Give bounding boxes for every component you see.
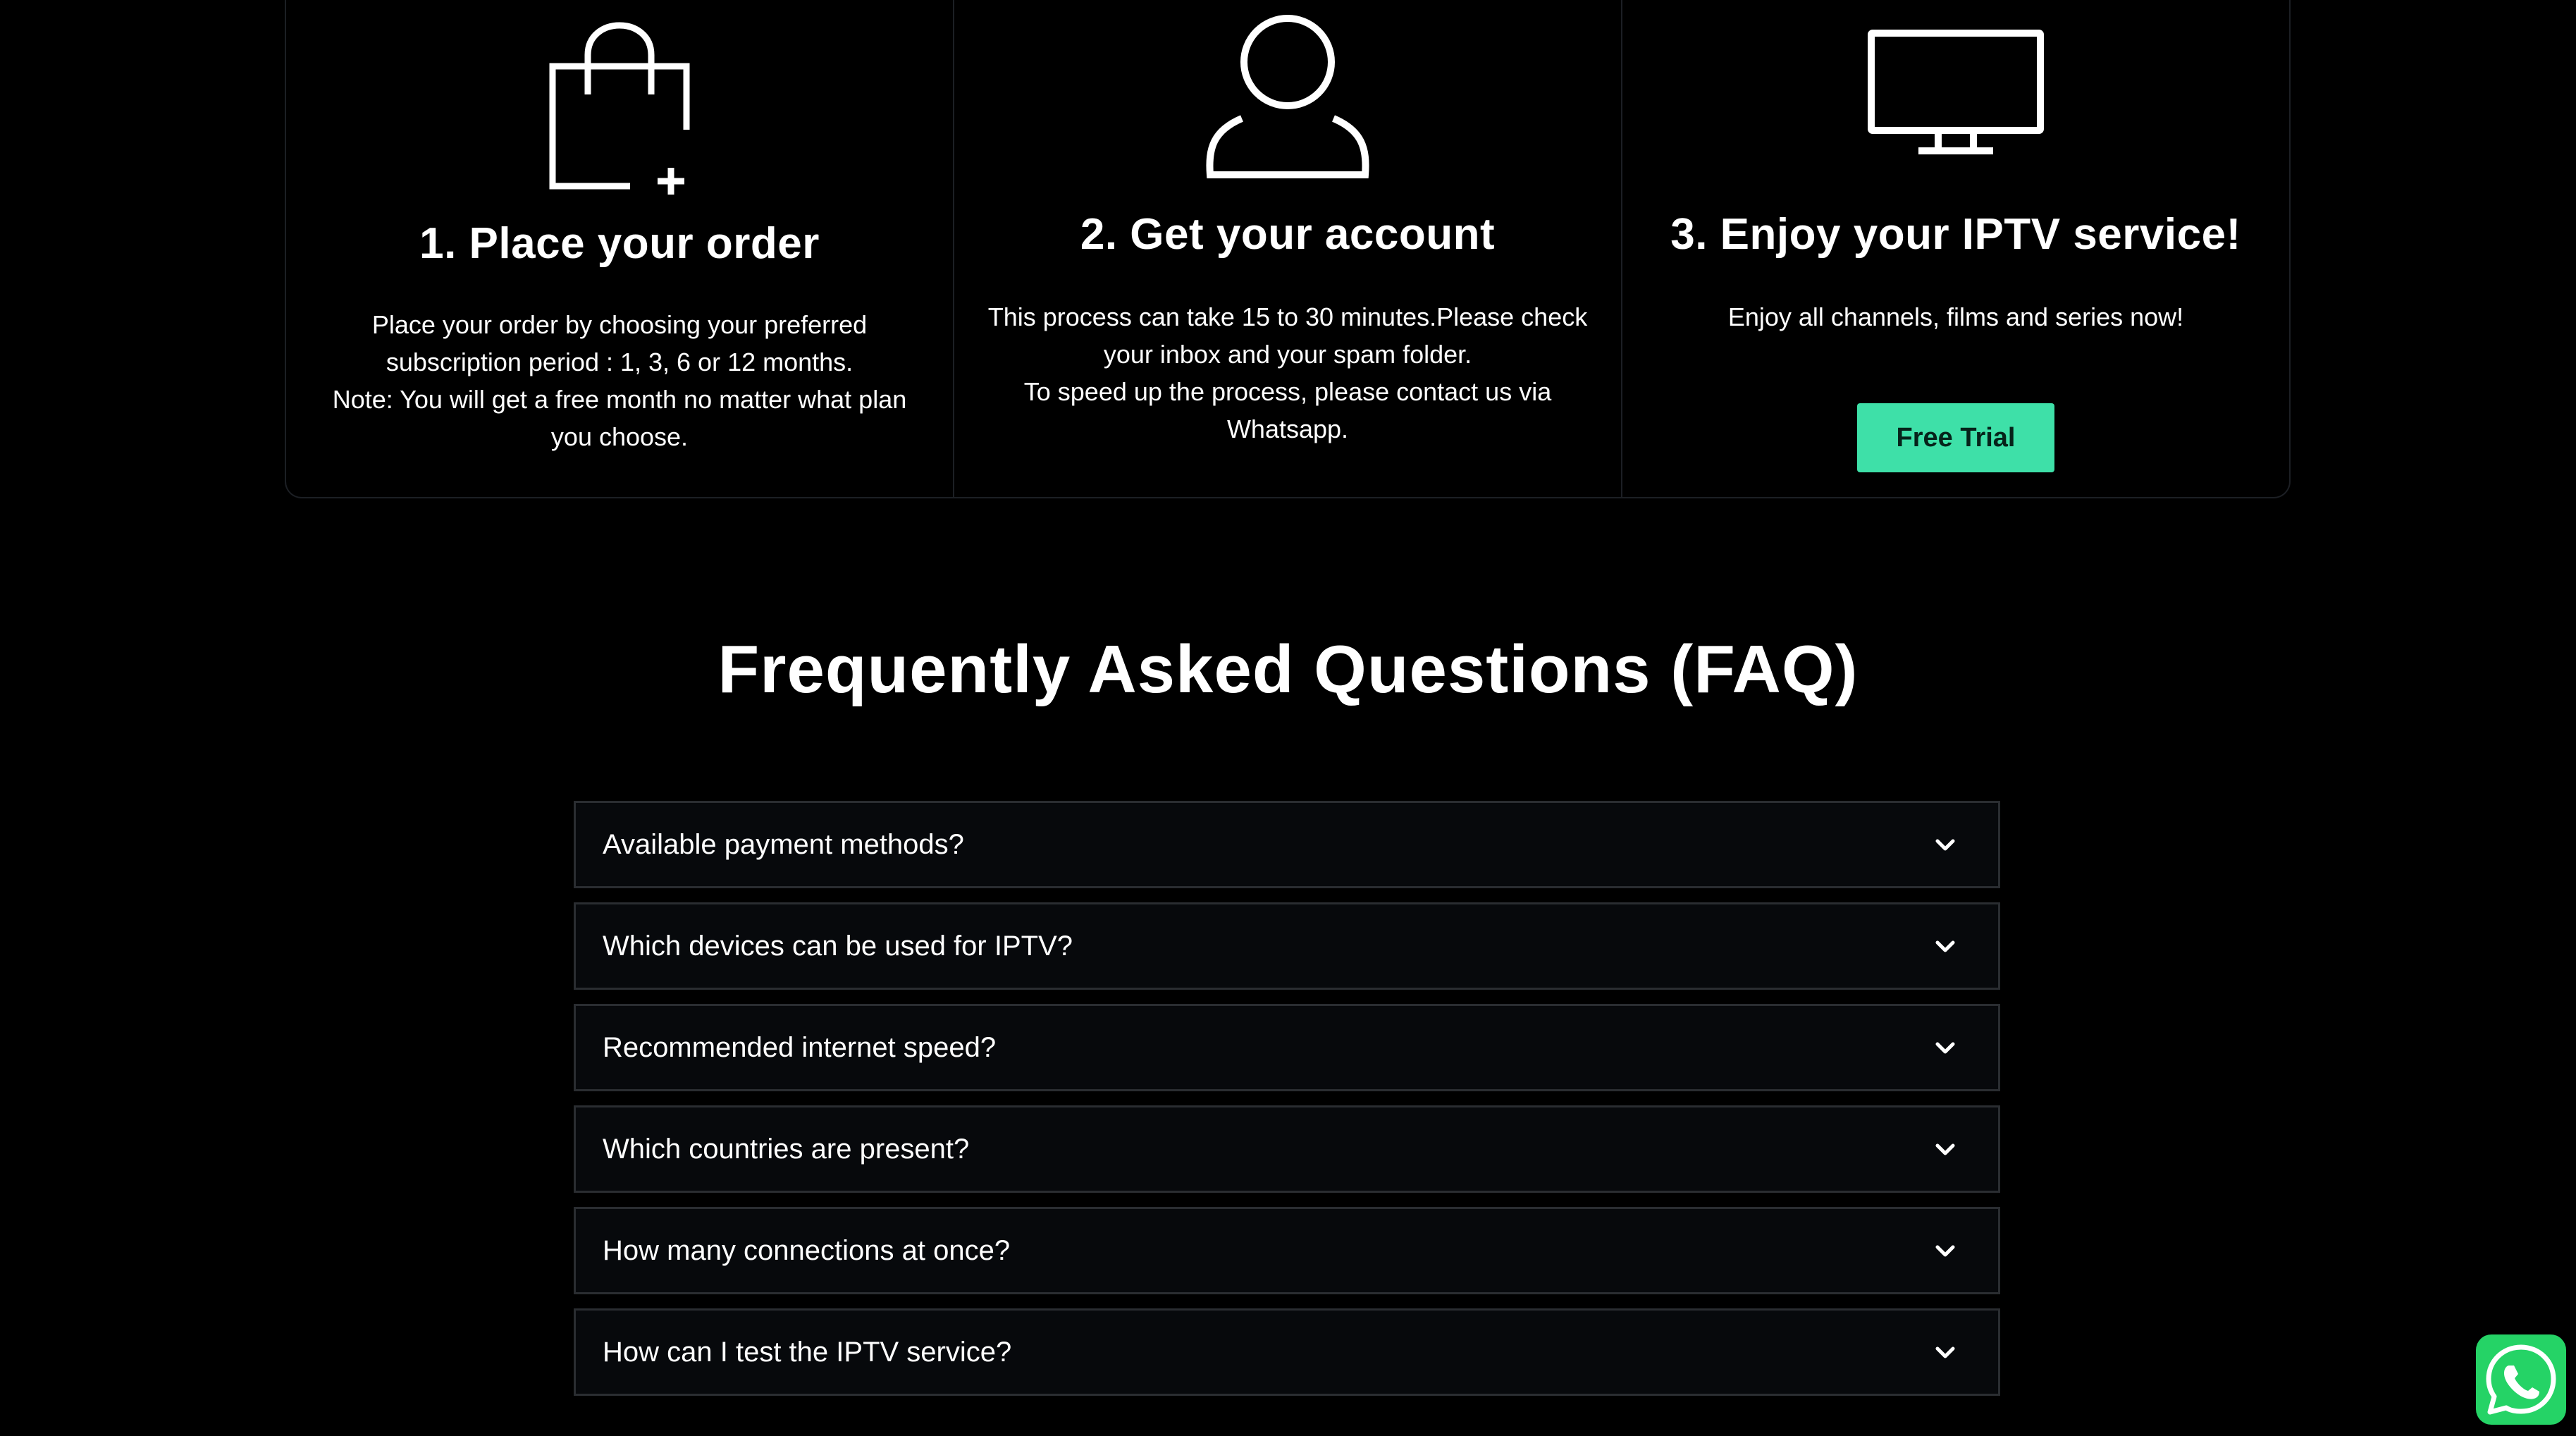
page: 1. Place your order Place your order by … [0, 0, 2576, 1436]
step-description: This process can take 15 to 30 minutes.P… [982, 298, 1593, 448]
tv-monitor-icon [1868, 30, 2044, 154]
whatsapp-icon [2486, 1344, 2556, 1415]
chevron-down-icon [1935, 940, 1955, 952]
faq-question: Which countries are present? [603, 1134, 970, 1165]
faq-item-test-service[interactable]: How can I test the IPTV service? [574, 1308, 2000, 1396]
step-place-order: 1. Place your order Place your order by … [286, 0, 953, 497]
faq-question: Recommended internet speed? [603, 1032, 997, 1063]
free-trial-button[interactable]: Free Trial [1857, 403, 2054, 472]
faq-question: Which devices can be used for IPTV? [603, 931, 1073, 962]
faq-title: Frequently Asked Questions (FAQ) [717, 632, 1859, 707]
user-icon [1206, 15, 1369, 178]
step-title: 1. Place your order [419, 219, 820, 268]
chevron-down-icon [1935, 1346, 1955, 1358]
shopping-bag-plus-icon [549, 22, 690, 195]
step-description-line: Note: You will get a free month no matte… [332, 385, 907, 451]
step-description-line: To speed up the process, please contact … [1023, 377, 1552, 443]
step-description: Place your order by choosing your prefer… [314, 306, 925, 455]
chevron-down-icon [1935, 1042, 1955, 1054]
step-description-line: This process can take 15 to 30 minutes.P… [987, 302, 1588, 369]
step-description-line: Enjoy all channels, films and series now… [1727, 302, 2184, 331]
step-title: 3. Enjoy your IPTV service! [1670, 210, 2241, 259]
step-description-line: Place your order by choosing your prefer… [371, 310, 868, 376]
faq-question: Available payment methods? [603, 829, 964, 860]
faq-item-internet-speed[interactable]: Recommended internet speed? [574, 1004, 2000, 1091]
step-title: 2. Get your account [1080, 210, 1496, 259]
step-get-account: 2. Get your account This process can tak… [953, 0, 1621, 497]
chevron-down-icon [1935, 1143, 1955, 1155]
faq-item-payment-methods[interactable]: Available payment methods? [574, 801, 2000, 888]
faq-item-devices[interactable]: Which devices can be used for IPTV? [574, 902, 2000, 990]
whatsapp-button[interactable] [2476, 1334, 2566, 1425]
faq-question: How can I test the IPTV service? [603, 1337, 1012, 1368]
faq-question: How many connections at once? [603, 1235, 1011, 1266]
faq-item-connections[interactable]: How many connections at once? [574, 1207, 2000, 1294]
faq-list: Available payment methods? Which devices… [574, 801, 2000, 1410]
chevron-down-icon [1935, 1245, 1955, 1257]
step-description: Enjoy all channels, films and series now… [1651, 298, 2261, 336]
step-enjoy-service: 3. Enjoy your IPTV service! Enjoy all ch… [1621, 0, 2289, 497]
steps-panel: 1. Place your order Place your order by … [285, 0, 2291, 498]
chevron-down-icon [1935, 839, 1955, 851]
faq-item-countries[interactable]: Which countries are present? [574, 1105, 2000, 1193]
